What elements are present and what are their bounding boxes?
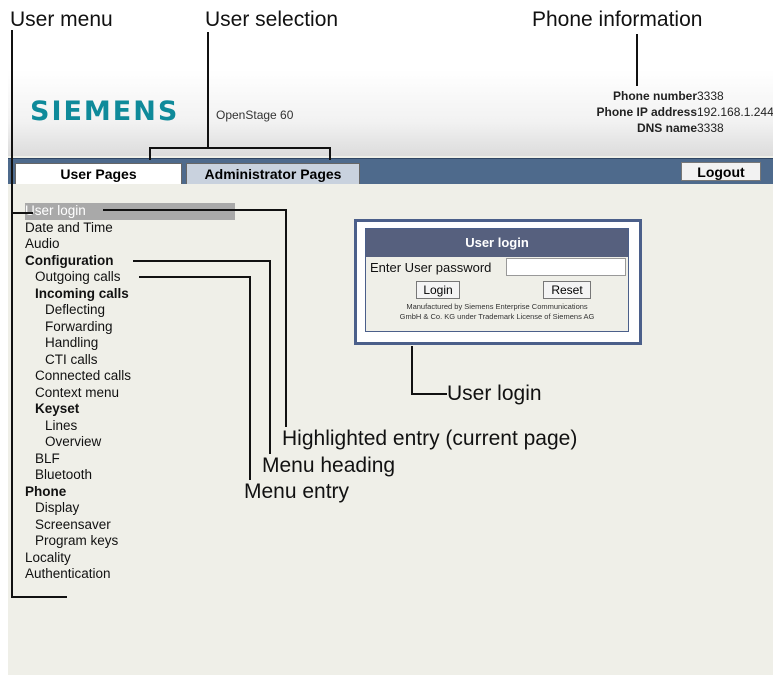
phone-info-panel: Phone number3338 Phone IP address192.168… <box>597 88 773 136</box>
callout-line-menu-entry-h <box>139 276 251 278</box>
login-button[interactable]: Login <box>416 281 460 299</box>
reset-button[interactable]: Reset <box>543 281 591 299</box>
callout-line-user-login-h <box>411 393 447 395</box>
phone-ip-row: Phone IP address192.168.1.244 <box>597 104 773 120</box>
menu-entry[interactable]: Lines <box>25 418 240 435</box>
phone-number-label: Phone number <box>612 89 697 103</box>
menu-entry[interactable]: BLF <box>25 451 240 468</box>
menu-heading[interactable]: Phone <box>25 484 240 501</box>
menu-entry[interactable]: Connected calls <box>25 368 240 385</box>
menu-entry[interactable]: User login <box>25 203 235 220</box>
tab-administrator-pages[interactable]: Administrator Pages <box>186 163 360 184</box>
password-input[interactable] <box>506 258 626 276</box>
menu-entry[interactable]: Date and Time <box>25 220 240 237</box>
callout-menu-heading: Menu heading <box>262 454 396 477</box>
callout-line-phone-information <box>636 34 638 86</box>
login-frame: User login Enter User password Login Res… <box>354 219 642 345</box>
phone-ip-value: 192.168.1.244 <box>697 105 773 119</box>
callout-line-user-menu-bottom <box>11 596 67 598</box>
menu-heading[interactable]: Incoming calls <box>25 286 240 303</box>
menu-entry[interactable]: Handling <box>25 335 240 352</box>
web-interface-screen: SIEMENS OpenStage 60 Phone number3338 Ph… <box>8 70 773 675</box>
callout-line-menu-heading-h <box>133 260 271 262</box>
login-title: User login <box>366 229 628 257</box>
callout-user-selection: User selection <box>205 8 339 31</box>
menu-entry[interactable]: Bluetooth <box>25 467 240 484</box>
menu-entry[interactable]: Forwarding <box>25 319 240 336</box>
dns-name-row: DNS name3338 <box>597 120 773 136</box>
login-box: User login Enter User password Login Res… <box>365 228 629 332</box>
phone-number-row: Phone number3338 <box>597 88 773 104</box>
menu-entry[interactable]: Authentication <box>25 566 240 583</box>
callout-line-user-selection-left <box>149 147 151 160</box>
callout-line-user-menu-top <box>11 212 33 214</box>
menu-entry[interactable]: Overview <box>25 434 240 451</box>
siemens-logo: SIEMENS <box>30 96 180 127</box>
tab-bar: User Pages Administrator Pages Logout <box>8 158 773 184</box>
callout-user-menu: User menu <box>10 8 113 31</box>
logout-button[interactable]: Logout <box>681 162 761 181</box>
menu-entry[interactable]: Locality <box>25 550 240 567</box>
menu-entry[interactable]: Display <box>25 500 240 517</box>
callout-line-highlighted-v <box>285 209 287 427</box>
callout-line-user-selection-stem <box>207 32 209 148</box>
manufacturer-notice-line-2: GmbH & Co. KG under Trademark License of… <box>399 312 595 321</box>
menu-entry[interactable]: Context menu <box>25 385 240 402</box>
menu-entry[interactable]: Audio <box>25 236 240 253</box>
menu-entry[interactable]: CTI calls <box>25 352 240 369</box>
tab-user-pages[interactable]: User Pages <box>15 163 182 184</box>
menu-entry[interactable]: Program keys <box>25 533 240 550</box>
menu-entry[interactable]: Screensaver <box>25 517 240 534</box>
callout-highlighted-entry: Highlighted entry (current page) <box>282 427 578 450</box>
password-label: Enter User password <box>370 260 492 275</box>
callout-line-highlighted-h <box>103 209 286 211</box>
header: SIEMENS OpenStage 60 Phone number3338 Ph… <box>8 70 773 156</box>
callout-line-menu-entry-v <box>249 276 251 480</box>
callout-user-login: User login <box>447 382 542 405</box>
callout-phone-information: Phone information <box>532 8 703 31</box>
phone-model: OpenStage 60 <box>216 108 294 122</box>
menu-entry[interactable]: Deflecting <box>25 302 240 319</box>
callout-line-user-login-v <box>411 346 413 394</box>
dns-name-value: 3338 <box>697 121 724 135</box>
manufacturer-notice-line-1: Manufactured by Siemens Enterprise Commu… <box>406 302 588 311</box>
phone-ip-label: Phone IP address <box>596 105 697 119</box>
callout-line-user-selection-right <box>329 147 331 160</box>
dns-name-label: DNS name <box>636 121 697 135</box>
callout-line-user-selection-bar <box>149 147 331 149</box>
manufacturer-notice: Manufactured by Siemens Enterprise Commu… <box>366 302 628 322</box>
menu-heading[interactable]: Keyset <box>25 401 240 418</box>
callout-menu-entry: Menu entry <box>244 480 350 503</box>
phone-number-value: 3338 <box>697 89 724 103</box>
callout-line-menu-heading-v <box>269 260 271 454</box>
callout-line-user-menu <box>11 30 13 598</box>
